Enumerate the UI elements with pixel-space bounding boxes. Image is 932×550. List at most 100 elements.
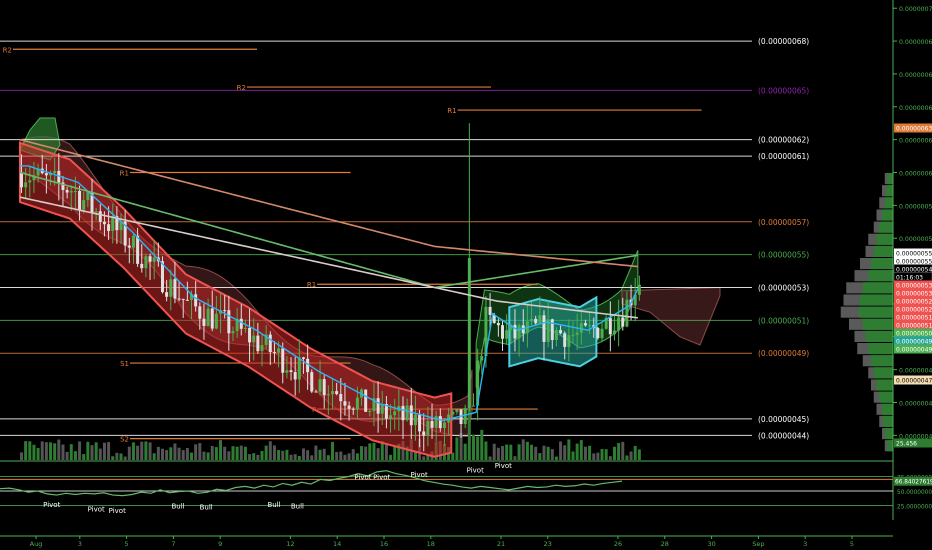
- pivot-label: R1: [120, 170, 129, 178]
- volume-bar: [127, 446, 131, 460]
- profile-bin-up: [879, 221, 893, 233]
- candle-body: [252, 335, 256, 343]
- volume-bar: [115, 452, 119, 460]
- time-tick-label: 3: [803, 540, 807, 548]
- level-label: (0.00000057): [758, 218, 809, 227]
- candle-body: [181, 298, 185, 300]
- candle-body: [563, 333, 567, 347]
- candle-body: [148, 256, 152, 262]
- volume-bar: [40, 441, 44, 460]
- volume-bar: [57, 439, 61, 460]
- profile-bin-up: [868, 343, 893, 355]
- candle-body: [480, 355, 484, 361]
- volume-bar: [173, 443, 177, 460]
- volume-bar: [260, 450, 264, 460]
- level-label: (0.00000045): [758, 415, 809, 424]
- volume-bar: [492, 443, 496, 460]
- price-badge-label: 0.00000052: [896, 307, 932, 314]
- osc-label: Bull: [200, 504, 213, 512]
- volume-bar: [160, 448, 164, 460]
- volume-bar: [102, 442, 106, 460]
- time-tick-label: 3: [78, 540, 82, 548]
- axis-tick-label: 0.00000068: [899, 39, 932, 46]
- candle-body: [343, 401, 347, 406]
- candle-body: [256, 335, 260, 352]
- candle-body: [393, 411, 397, 416]
- volume-bar: [144, 441, 148, 460]
- osc-tick-label: 50.00000000: [897, 490, 932, 496]
- candle-body: [198, 306, 202, 319]
- time-tick-label: 5: [125, 540, 129, 548]
- candle-body: [467, 257, 471, 409]
- candle-body: [272, 352, 276, 354]
- volume-bar: [625, 455, 629, 460]
- time-tick-label: Aug: [30, 540, 43, 548]
- candle-body: [405, 405, 409, 421]
- volume-bar: [554, 456, 558, 460]
- volume-bar: [119, 453, 123, 460]
- volume-bar: [318, 449, 322, 460]
- volume-bar: [231, 446, 235, 460]
- volume-bar: [384, 444, 388, 460]
- candle-body: [136, 235, 140, 264]
- time-tick-label: 9: [218, 540, 222, 548]
- price-chart[interactable]: (0.00000068) (0.00000065) (0.00000062) (0.0…: [0, 0, 932, 550]
- candle-body: [82, 200, 86, 210]
- axis-tick-label: 0.00000048: [899, 368, 932, 375]
- volume-bar: [505, 444, 509, 460]
- volume-bar: [49, 442, 53, 460]
- candle-body: [505, 330, 509, 339]
- level-label: (0.00000053): [758, 284, 809, 293]
- profile-bin-up: [871, 355, 893, 367]
- volume-bar: [488, 456, 492, 460]
- profile-bin-up: [885, 428, 893, 440]
- level-label: (0.00000055): [758, 251, 809, 260]
- volume-bar: [78, 441, 82, 460]
- candle-body: [102, 221, 106, 225]
- candle-body: [285, 370, 289, 373]
- candle-body: [335, 391, 339, 395]
- volume-bar: [177, 447, 181, 460]
- candle-body: [310, 372, 314, 392]
- volume-bar: [326, 455, 330, 460]
- candle-body: [347, 405, 351, 409]
- osc-label: Pivot: [467, 466, 484, 474]
- oscillator-pane: PivotPivot PivotBull Bull Bull BullPivot Pivo…: [0, 460, 932, 515]
- volume-bar: [389, 454, 393, 460]
- price-badge-label: 0.00000053: [896, 283, 932, 290]
- osc-tick-label: 25.00000000: [897, 505, 932, 511]
- volume-bar: [546, 446, 550, 460]
- candle-body: [442, 422, 446, 429]
- price-badge-label: 0.00000053: [896, 291, 932, 298]
- osc-label: Pivot: [354, 473, 371, 481]
- candle-body: [227, 310, 231, 334]
- volume-bar: [393, 445, 397, 460]
- time-tick-label: 28: [661, 540, 669, 548]
- volume-bar: [451, 452, 455, 460]
- volume-bar: [596, 452, 600, 460]
- volume-bar: [210, 445, 214, 460]
- osc-line: [0, 470, 623, 497]
- volume-bar: [496, 447, 500, 460]
- time-axis[interactable]: Aug 3 5 7 9 12 14 16 18 21 23 26 28 30 Sep 3 5: [0, 535, 893, 548]
- candle-body: [98, 211, 102, 222]
- volume-bar: [525, 441, 529, 460]
- volume-bar: [588, 445, 592, 460]
- candle-body: [418, 414, 422, 432]
- volume-bar: [480, 429, 484, 460]
- volume-bar: [268, 441, 272, 460]
- axis-tick-label: 0.00000064: [899, 105, 932, 112]
- candle-body: [534, 318, 538, 324]
- volume-bar: [28, 441, 32, 460]
- candle-body: [173, 279, 177, 299]
- volume-bar: [131, 442, 135, 460]
- candle-body: [355, 397, 359, 410]
- volume-bar: [69, 444, 73, 460]
- volume-bar: [517, 444, 521, 460]
- volume-bar: [509, 444, 513, 460]
- profile-bin-up: [858, 306, 893, 318]
- osc-label: Bull: [267, 501, 280, 509]
- level-label: (0.00000044): [758, 431, 809, 440]
- level-label: (0.00000061): [758, 152, 809, 161]
- volume-bar: [148, 442, 152, 460]
